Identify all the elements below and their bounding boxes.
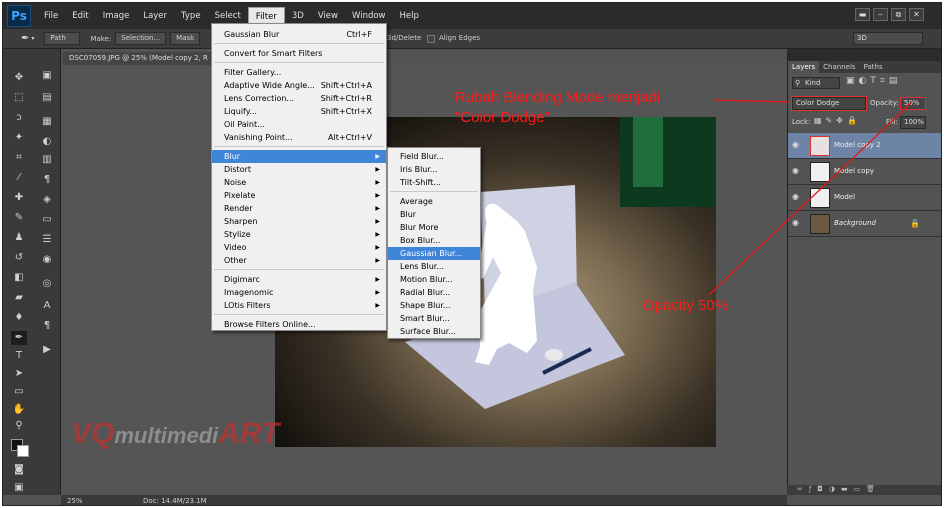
blend-arrow-line (712, 99, 790, 103)
annotation-opacity: Opacity 50% (643, 297, 729, 314)
photoshop-window: Ps File Edit Image Layer Type Select Fil… (2, 2, 942, 506)
annotation-blend-mode-line1: Rubah Blending Mode menjadi (455, 89, 661, 106)
annotation-lines (708, 99, 912, 296)
opacity-arrow-line (708, 102, 912, 296)
annotation-blend-mode-line2: "Color Dodge" (455, 109, 550, 126)
